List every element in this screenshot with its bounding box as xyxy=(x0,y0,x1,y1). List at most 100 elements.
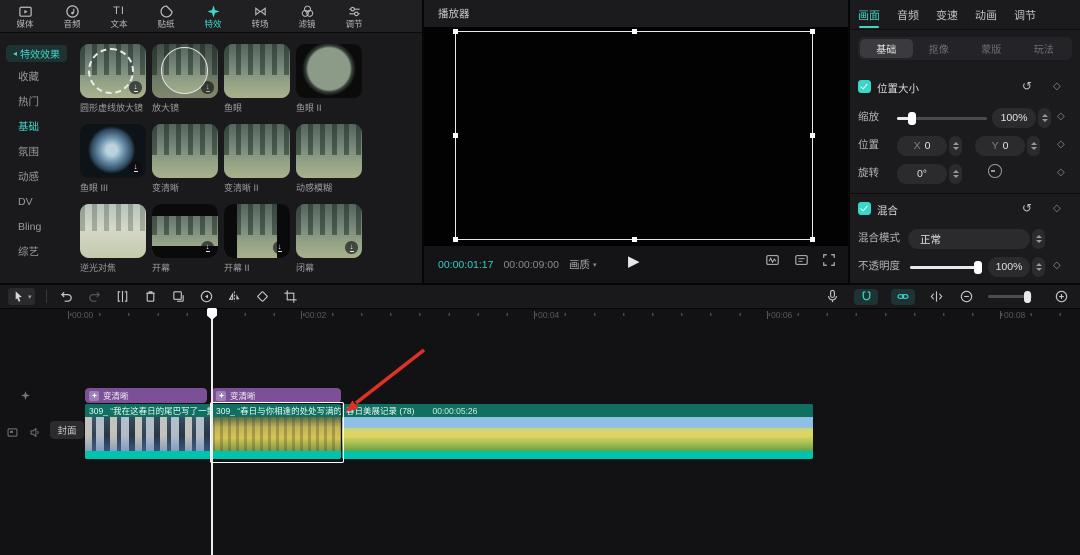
subtab-cutout[interactable]: 抠像 xyxy=(913,39,966,58)
frame-handle[interactable] xyxy=(453,133,458,138)
link-preview-toggle[interactable] xyxy=(891,289,915,305)
timeline-ruler[interactable]: 00:00 00:02 00:04 00:06 00:08 xyxy=(0,308,1080,323)
effect-item[interactable]: 鱼眼 II xyxy=(296,44,362,114)
toolbar-item-transition[interactable]: 转场 xyxy=(241,4,279,29)
scale-stepper[interactable] xyxy=(1038,108,1051,128)
scale-slider[interactable] xyxy=(897,117,987,120)
frame-handle[interactable] xyxy=(810,237,815,242)
undo-button[interactable] xyxy=(58,288,75,305)
opacity-slider-knob[interactable] xyxy=(974,261,982,274)
tab-animation[interactable]: 动画 xyxy=(975,7,997,28)
freeze-frame-button[interactable] xyxy=(170,288,187,305)
mirror-button[interactable] xyxy=(226,288,243,305)
tab-speed[interactable]: 变速 xyxy=(936,7,958,28)
toolbar-item-sticker[interactable]: 贴纸 xyxy=(147,4,185,29)
frame-handle[interactable] xyxy=(632,29,637,34)
preview-wave-icon[interactable] xyxy=(764,253,781,267)
effect-item[interactable]: 动感模糊 xyxy=(296,124,362,194)
video-clip[interactable]: 309_ “我在这春日的尾巴写了一封书信 xyxy=(85,404,211,459)
crop-button[interactable] xyxy=(282,288,299,305)
timeline-zoom-knob[interactable] xyxy=(1024,291,1031,303)
frame-handle[interactable] xyxy=(453,29,458,34)
frame-handle[interactable] xyxy=(810,133,815,138)
cover-button[interactable]: 封面 xyxy=(50,421,84,439)
category-ambience[interactable]: 氛围 xyxy=(18,146,76,158)
category-dynamic[interactable]: 动感 xyxy=(18,171,76,183)
frame-handle[interactable] xyxy=(453,237,458,242)
subtab-basic[interactable]: 基础 xyxy=(860,39,913,58)
effects-back-button[interactable]: ◂ 特效效果 xyxy=(6,45,67,62)
scale-value[interactable]: 100% xyxy=(992,108,1036,128)
snap-magnet-toggle[interactable] xyxy=(854,289,878,305)
opacity-stepper[interactable] xyxy=(1032,257,1045,277)
zoom-fit-icon[interactable] xyxy=(1053,288,1070,305)
split-button[interactable] xyxy=(114,288,131,305)
subtab-mask[interactable]: 蒙版 xyxy=(965,39,1018,58)
toolbar-item-effects[interactable]: 特效 xyxy=(194,4,232,29)
effect-clip[interactable]: 变清晰 xyxy=(212,388,341,403)
keyframe-diamond-icon[interactable]: ◇ xyxy=(1053,82,1061,92)
effect-item[interactable]: ↓ 闭幕 xyxy=(296,204,362,274)
quality-dropdown[interactable]: 画质 ▾ xyxy=(569,257,597,272)
keyframe-diamond-icon[interactable]: ◇ xyxy=(1057,140,1065,150)
effect-item[interactable]: ↓ 圆形虚线放大镜 xyxy=(80,44,146,114)
category-variety[interactable]: 综艺 xyxy=(18,246,76,258)
fullscreen-icon[interactable] xyxy=(822,253,836,267)
rotate-button[interactable] xyxy=(254,288,271,305)
blend-mode-stepper[interactable] xyxy=(1032,229,1045,249)
delete-button[interactable] xyxy=(142,288,159,305)
reset-icon[interactable]: ↺ xyxy=(1022,202,1032,214)
category-favorites[interactable]: 收藏 xyxy=(18,71,76,83)
opacity-slider[interactable] xyxy=(910,266,982,269)
redo-button[interactable] xyxy=(86,288,103,305)
effect-item[interactable]: 逆光对焦 xyxy=(80,204,146,274)
position-x-stepper[interactable] xyxy=(949,136,962,156)
scale-slider-knob[interactable] xyxy=(908,112,916,125)
rotate-stepper[interactable] xyxy=(949,164,962,184)
frame-handle[interactable] xyxy=(810,29,815,34)
video-track-toggle-icon[interactable] xyxy=(6,426,19,439)
effect-item[interactable]: 变清晰 II xyxy=(224,124,290,194)
zoom-out-icon[interactable] xyxy=(958,288,975,305)
mute-track-icon[interactable] xyxy=(29,426,42,439)
tab-picture[interactable]: 画面 xyxy=(858,7,880,28)
blend-checkbox[interactable] xyxy=(858,202,871,215)
player-canvas[interactable] xyxy=(424,27,848,246)
category-hot[interactable]: 热门 xyxy=(18,96,76,108)
position-y-field[interactable]: Y0 xyxy=(975,136,1025,156)
record-voiceover-icon[interactable] xyxy=(824,288,841,305)
effect-item[interactable]: 变清晰 xyxy=(152,124,218,194)
opacity-value[interactable]: 100% xyxy=(988,257,1030,277)
video-clip-selected[interactable]: 309_ “春日与你相逢的处处写满的樱花记录 xyxy=(212,404,341,459)
play-button[interactable]: ▶ xyxy=(628,254,640,269)
video-clip[interactable]: 春日美展记录 (78) 00:00:05:26 xyxy=(342,404,813,459)
subtab-play[interactable]: 玩法 xyxy=(1018,39,1071,58)
effect-item[interactable]: ↓ 开幕 xyxy=(152,204,218,274)
category-bling[interactable]: Bling xyxy=(18,221,76,233)
reverse-button[interactable] xyxy=(198,288,215,305)
keyframe-diamond-icon[interactable]: ◇ xyxy=(1057,112,1065,122)
toolbar-item-media[interactable]: 媒体 xyxy=(6,4,44,29)
toolbar-item-text[interactable]: TI 文本 xyxy=(100,4,138,29)
effect-item[interactable]: ↓ 鱼眼 III xyxy=(80,124,146,194)
blend-mode-dropdown[interactable]: 正常 xyxy=(908,229,1030,249)
effect-item[interactable]: ↓ 放大镜 xyxy=(152,44,218,114)
toolbar-item-audio[interactable]: 音频 xyxy=(53,4,91,29)
rotate-value[interactable]: 0° xyxy=(897,164,947,184)
tab-audio[interactable]: 音频 xyxy=(897,7,919,28)
position-x-field[interactable]: X0 xyxy=(897,136,947,156)
reset-icon[interactable]: ↺ xyxy=(1022,80,1032,92)
preview-axis-icon[interactable] xyxy=(928,288,945,305)
timeline-zoom-slider[interactable] xyxy=(988,295,1032,298)
tab-adjust[interactable]: 调节 xyxy=(1014,7,1036,28)
ratio-icon[interactable] xyxy=(793,253,810,267)
effect-item[interactable]: 鱼眼 xyxy=(224,44,290,114)
select-tool-button[interactable]: ▾ xyxy=(8,288,35,305)
effect-item[interactable]: ↓ 开幕 II xyxy=(224,204,290,274)
keyframe-diamond-icon[interactable]: ◇ xyxy=(1057,168,1065,178)
position-size-checkbox[interactable] xyxy=(858,80,871,93)
frame-handle[interactable] xyxy=(632,237,637,242)
category-basic[interactable]: 基础 xyxy=(18,121,76,133)
toolbar-item-filter[interactable]: 滤镜 xyxy=(288,4,326,29)
video-frame-selection[interactable] xyxy=(455,31,813,240)
